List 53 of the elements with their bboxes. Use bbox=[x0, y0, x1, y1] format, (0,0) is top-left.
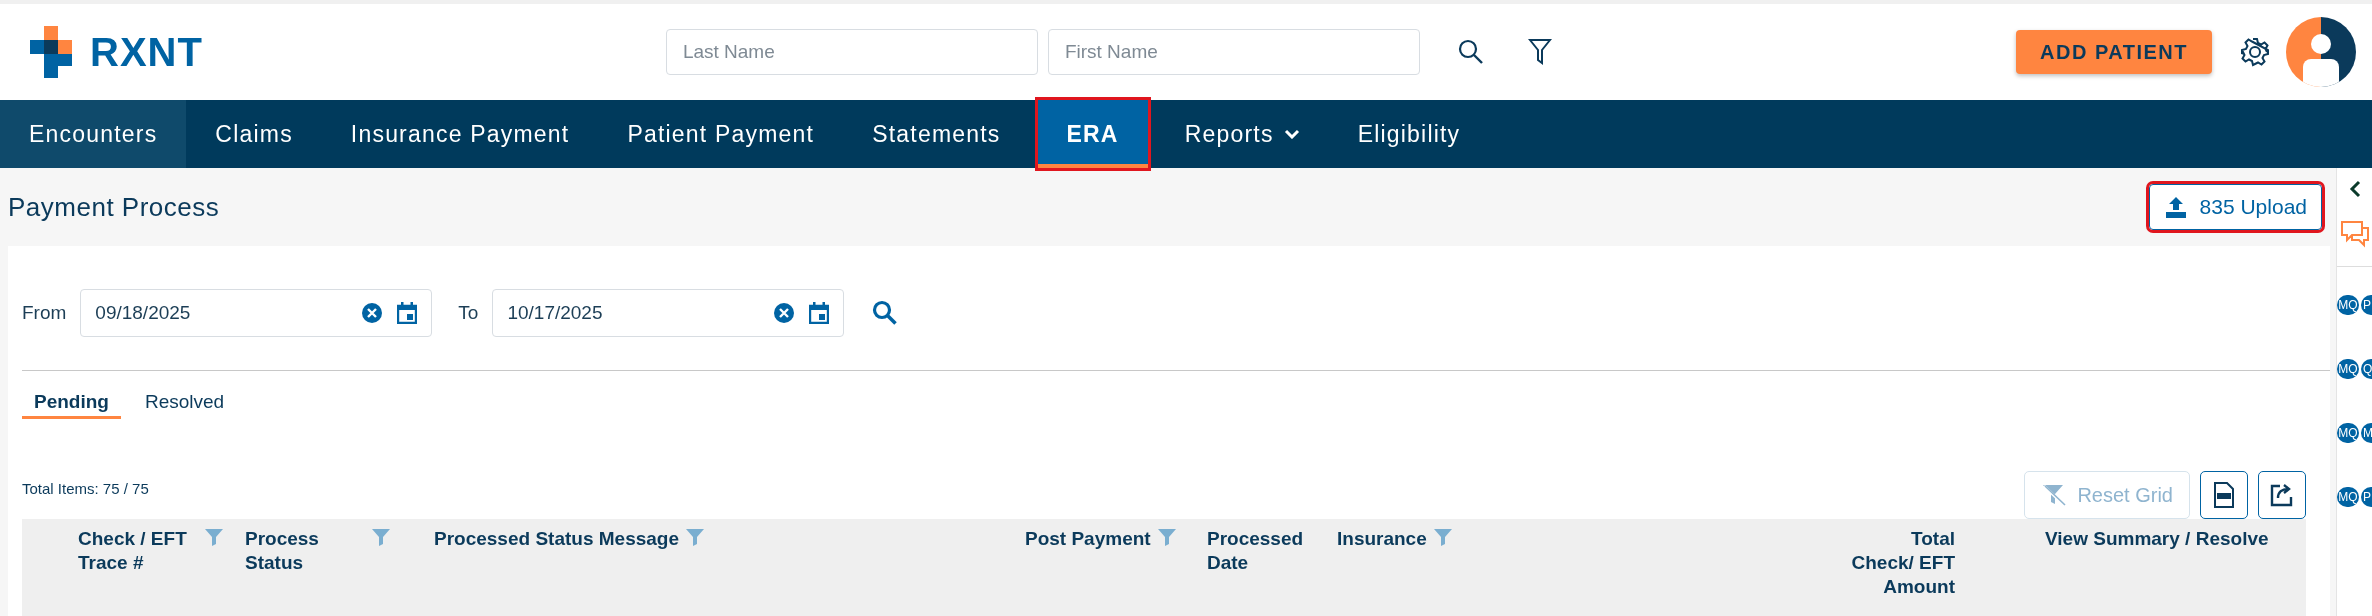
total-items-count: Total Items: 75 / 75 bbox=[22, 480, 149, 497]
status-tab[interactable]: Resolved bbox=[132, 387, 237, 419]
initials-badge[interactable]: MQ bbox=[2337, 359, 2359, 379]
brand-name: RXNT bbox=[90, 29, 203, 75]
nav-tab[interactable]: Claims bbox=[186, 100, 322, 168]
filter-off-icon bbox=[2041, 483, 2068, 507]
to-label: To bbox=[458, 302, 479, 324]
upload-button[interactable]: 835 Upload bbox=[2148, 184, 2322, 230]
nav-tab[interactable]: Eligibility bbox=[1328, 100, 1490, 168]
search-icon[interactable] bbox=[872, 300, 899, 326]
last-name-field[interactable]: Last Name bbox=[665, 29, 1038, 75]
collapse-chevron-icon[interactable] bbox=[2349, 180, 2361, 198]
to-date-field[interactable]: 10/17/2025 bbox=[492, 289, 845, 337]
pdf-export-button[interactable] bbox=[2200, 471, 2248, 519]
initials-badge[interactable]: M bbox=[2361, 423, 2372, 443]
nav-tab[interactable]: Reports bbox=[1155, 100, 1329, 168]
clear-icon[interactable] bbox=[361, 302, 384, 324]
nav-tab[interactable]: Patient Payment bbox=[598, 100, 844, 168]
avatar-icon[interactable] bbox=[2286, 17, 2356, 87]
calendar-icon[interactable] bbox=[397, 302, 418, 324]
column-header[interactable]: Total Check/ EFT Amount bbox=[1850, 527, 1955, 599]
from-label: From bbox=[22, 302, 67, 324]
initials-badge[interactable]: MQ bbox=[2337, 487, 2359, 507]
nav-tab[interactable]: ERA bbox=[1037, 100, 1148, 168]
column-header[interactable]: Process Status bbox=[245, 527, 365, 575]
column-header[interactable]: Check / EFT Trace # bbox=[78, 527, 198, 575]
status-tab[interactable]: Pending bbox=[22, 387, 121, 419]
column-header[interactable]: Post Payment bbox=[1025, 527, 1151, 551]
page-title: Payment Process bbox=[8, 191, 220, 223]
initials-badge[interactable]: P bbox=[2361, 295, 2372, 315]
export-button[interactable] bbox=[2258, 471, 2306, 519]
initials-badge[interactable]: P bbox=[2361, 487, 2372, 507]
settings-icon[interactable] bbox=[2240, 37, 2270, 67]
calendar-icon[interactable] bbox=[809, 302, 830, 324]
add-patient-button[interactable]: ADD PATIENT bbox=[2016, 30, 2212, 74]
from-date-field[interactable]: 09/18/2025 bbox=[80, 289, 433, 337]
export-icon bbox=[2270, 483, 2294, 507]
clear-icon[interactable] bbox=[773, 302, 796, 324]
column-header[interactable]: View Summary / Resolve bbox=[2045, 527, 2269, 551]
column-header[interactable]: Insurance bbox=[1337, 527, 1427, 551]
initials-badge[interactable]: MQ bbox=[2337, 295, 2359, 315]
initials-badge[interactable]: Q bbox=[2361, 359, 2372, 379]
column-header[interactable]: Processed Date bbox=[1207, 527, 1327, 575]
search-icon[interactable] bbox=[1457, 39, 1484, 65]
first-name-field[interactable]: First Name bbox=[1047, 29, 1420, 75]
initials-badge[interactable]: MQ bbox=[2337, 423, 2359, 443]
nav-tab[interactable]: Encounters bbox=[0, 100, 187, 168]
document-icon bbox=[2213, 482, 2235, 508]
column-header[interactable]: Processed Status Message bbox=[434, 527, 679, 551]
nav-tab[interactable]: Statements bbox=[843, 100, 1030, 168]
upload-icon bbox=[2163, 195, 2188, 219]
filter-icon[interactable] bbox=[1527, 38, 1552, 66]
nav-tab[interactable]: Insurance Payment bbox=[321, 100, 599, 168]
